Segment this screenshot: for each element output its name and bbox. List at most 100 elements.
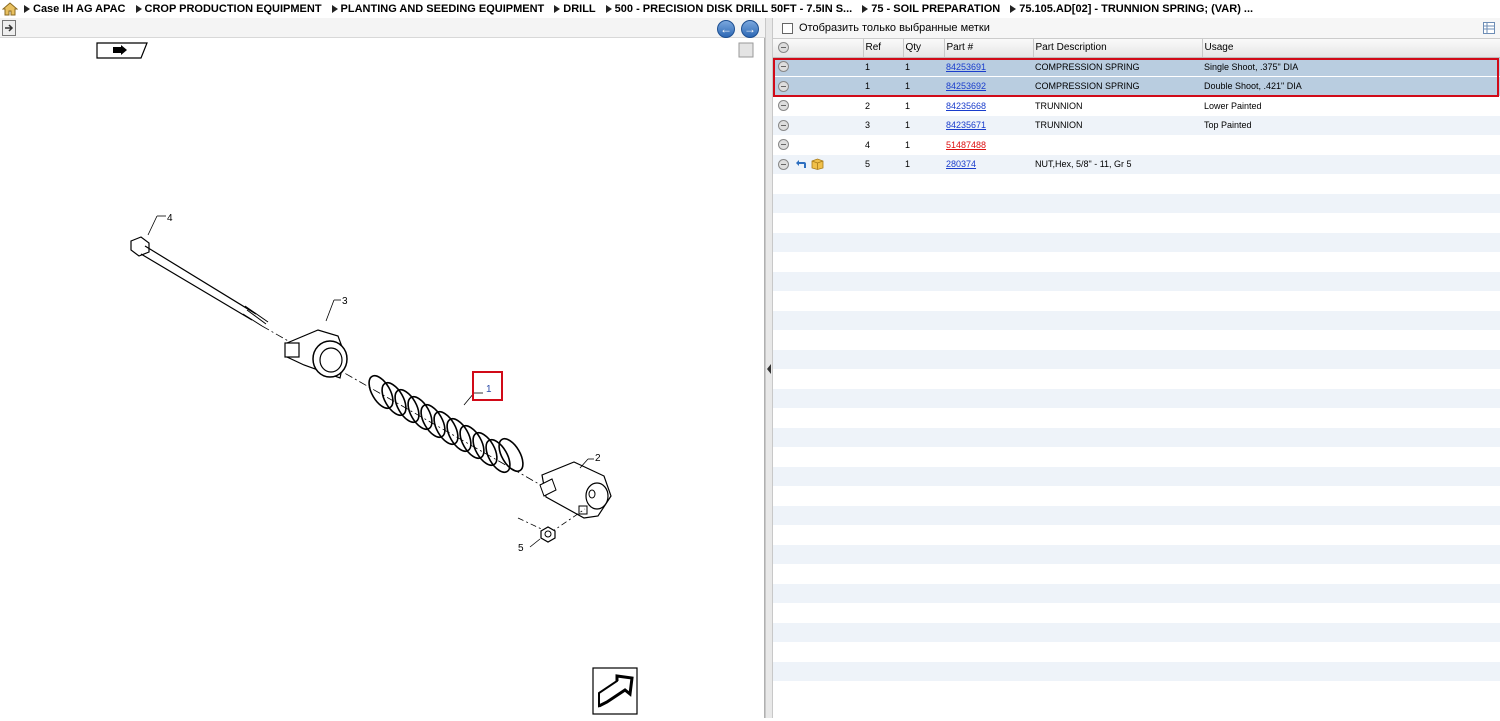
- chevron-right-icon: [24, 5, 30, 13]
- row-select-icon[interactable]: [778, 61, 789, 73]
- part-number-link[interactable]: 84235668: [946, 101, 986, 111]
- nut-part[interactable]: [540, 526, 556, 543]
- breadcrumb-item[interactable]: Case IH AG APAC: [24, 3, 126, 15]
- home-icon[interactable]: [2, 1, 18, 17]
- table-row-empty: [773, 369, 1500, 389]
- table-row-empty: [773, 408, 1500, 428]
- column-header-description[interactable]: Part Description: [1033, 39, 1203, 58]
- table-row-empty: [773, 213, 1500, 233]
- table-row-empty: [773, 466, 1500, 487]
- table-row-empty: [773, 505, 1500, 526]
- select-all-header[interactable]: [773, 39, 864, 58]
- breadcrumb-label: 75.105.AD[02] - TRUNNION SPRING; (VAR) .…: [1019, 3, 1254, 15]
- breadcrumb-item[interactable]: 500 - PRECISION DISK DRILL 50FT - 7.5IN …: [605, 3, 853, 15]
- expand-panel-icon[interactable]: [2, 20, 16, 36]
- chevron-right-icon: [1010, 5, 1017, 13]
- breadcrumb-item[interactable]: DRILL: [554, 3, 596, 15]
- breadcrumb-item[interactable]: 75 - SOIL PREPARATION: [862, 3, 1000, 15]
- breadcrumb-item[interactable]: 75.105.AD[02] - TRUNNION SPRING; (VAR) .…: [1010, 3, 1253, 15]
- compression-spring-part[interactable]: [364, 372, 528, 476]
- cell-qty: 1: [903, 57, 944, 77]
- breadcrumb-label: Case IH AG APAC: [33, 3, 126, 15]
- cell-usage: Top Painted: [1202, 115, 1500, 136]
- table-row-empty: [773, 642, 1500, 662]
- table-row-empty: [773, 544, 1500, 565]
- table-row-empty: [773, 525, 1500, 545]
- select-all-icon[interactable]: [778, 42, 789, 54]
- table-row-empty: [773, 310, 1500, 331]
- callout-2[interactable]: 2: [595, 453, 601, 464]
- table-row[interactable]: 1 1 84253692 COMPRESSION SPRING Double S…: [773, 76, 1500, 97]
- cell-ref: 4: [863, 135, 903, 155]
- column-header-qty[interactable]: Qty: [903, 39, 945, 58]
- table-row-empty: [773, 232, 1500, 253]
- show-selected-label: Отобразить только выбранные метки: [799, 22, 990, 34]
- cell-ref: 2: [863, 96, 903, 116]
- breadcrumb: Case IH AG APAC CROP PRODUCTION EQUIPMEN…: [0, 0, 1500, 18]
- row-select-icon[interactable]: [778, 139, 789, 151]
- table-row[interactable]: 5 1 280374 NUT,Hex, 5/8" - 11, Gr 5: [773, 154, 1500, 175]
- fullscreen-icon[interactable]: [738, 42, 754, 58]
- callout-3[interactable]: 3: [342, 296, 348, 307]
- show-selected-checkbox[interactable]: [782, 22, 793, 34]
- cell-qty: 1: [903, 96, 944, 116]
- collapse-arrow-icon[interactable]: [766, 360, 772, 378]
- cell-description: TRUNNION: [1033, 115, 1202, 136]
- callout-1[interactable]: 1: [486, 384, 492, 395]
- table-row-empty: [773, 271, 1500, 292]
- part-number-link[interactable]: 51487488: [946, 140, 986, 150]
- return-arrow-icon[interactable]: [795, 159, 808, 170]
- breadcrumb-label: 500 - PRECISION DISK DRILL 50FT - 7.5IN …: [614, 3, 853, 15]
- row-select-icon[interactable]: [778, 158, 789, 170]
- back-button[interactable]: ←: [717, 20, 735, 38]
- table-row[interactable]: 4 1 51487488: [773, 135, 1500, 155]
- parts-list-panel: Отобразить только выбранные метки Ref Qt…: [773, 18, 1500, 718]
- breadcrumb-item[interactable]: PLANTING AND SEEDING EQUIPMENT: [331, 3, 544, 15]
- panel-splitter[interactable]: [765, 18, 773, 718]
- grid-settings-icon[interactable]: [1483, 22, 1495, 34]
- part-number-link[interactable]: 280374: [946, 159, 976, 169]
- column-header-usage[interactable]: Usage: [1202, 39, 1500, 58]
- callout-4[interactable]: 4: [167, 213, 173, 224]
- trunnion-top-part[interactable]: [284, 329, 348, 379]
- table-row-empty: [773, 447, 1500, 467]
- row-select-icon[interactable]: [778, 80, 789, 92]
- diagram-type-icon[interactable]: [96, 42, 148, 59]
- cell-ref: 1: [863, 57, 903, 77]
- breadcrumb-label: 75 - SOIL PREPARATION: [871, 3, 1001, 15]
- table-row-empty: [773, 193, 1500, 214]
- forward-button[interactable]: →: [741, 20, 759, 38]
- column-header-part[interactable]: Part #: [944, 39, 1034, 58]
- chevron-right-icon: [135, 5, 142, 13]
- table-row-empty: [773, 252, 1500, 272]
- next-diagram-icon[interactable]: [592, 667, 638, 715]
- part-number-link[interactable]: 84253692: [946, 81, 986, 91]
- cell-usage: [1202, 154, 1500, 175]
- exploded-diagram: 4 3 1 2 5: [96, 42, 754, 715]
- callout-5[interactable]: 5: [518, 543, 524, 554]
- part-number-link[interactable]: 84253691: [946, 62, 986, 72]
- cell-description: TRUNNION: [1033, 96, 1202, 116]
- table-row[interactable]: 2 1 84235668 TRUNNION Lower Painted: [773, 96, 1500, 116]
- cell-qty: 1: [903, 154, 944, 175]
- table-row[interactable]: 1 1 84253691 COMPRESSION SPRING Single S…: [773, 57, 1500, 77]
- breadcrumb-item[interactable]: CROP PRODUCTION EQUIPMENT: [135, 3, 322, 15]
- row-select-icon[interactable]: [778, 119, 789, 131]
- table-row-empty: [773, 661, 1500, 682]
- cell-description: [1033, 135, 1202, 155]
- trunnion-lower-part[interactable]: [539, 461, 612, 519]
- table-row-empty: [773, 427, 1500, 448]
- cell-description: COMPRESSION SPRING: [1033, 76, 1202, 97]
- column-header-ref[interactable]: Ref: [863, 39, 904, 58]
- cell-description: NUT,Hex, 5/8" - 11, Gr 5: [1033, 154, 1202, 175]
- cell-qty: 1: [903, 135, 944, 155]
- table-row[interactable]: 3 1 84235671 TRUNNION Top Painted: [773, 115, 1500, 136]
- table-row-empty: [773, 564, 1500, 584]
- package-icon[interactable]: [811, 158, 824, 171]
- table-row-empty: [773, 486, 1500, 506]
- cell-ref: 1: [863, 76, 903, 97]
- row-select-icon[interactable]: [778, 100, 789, 112]
- bolt-part[interactable]: [130, 236, 269, 327]
- part-number-link[interactable]: 84235671: [946, 120, 986, 130]
- filter-bar: Отобразить только выбранные метки: [773, 18, 1500, 39]
